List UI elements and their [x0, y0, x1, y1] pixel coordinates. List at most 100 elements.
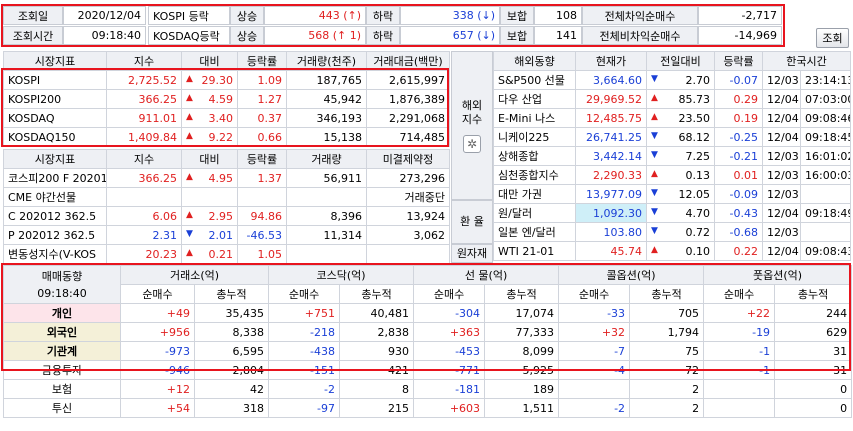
overseas-change: 0.13 [646, 165, 715, 185]
overseas-name: 원/달러 [493, 203, 576, 223]
overseas-rate: 0.22 [714, 241, 763, 261]
overseas-date: 12/04 [762, 89, 801, 109]
cumulative-value: 2 [629, 398, 705, 418]
cumulative-value: 2 [629, 379, 705, 399]
fx-tab[interactable]: 환 율 [451, 200, 493, 244]
overseas-name: 다우 산업 [493, 89, 576, 109]
cumulative-value: 1,511 [484, 398, 560, 418]
overseas-time: 09:18:49 [799, 203, 852, 223]
overseas-date: 12/03 [762, 222, 801, 242]
table-row[interactable]: CME 야간선물 거래중단 [3, 187, 450, 207]
futures-name: P 202012 362.5 [3, 225, 107, 245]
overseas-date: 12/03 [762, 165, 801, 185]
overseas-name: S&P500 선물 [493, 70, 576, 90]
table-row[interactable]: 투신 +54 318 -97 215 +603 1,511 -2 2 0 [3, 398, 853, 418]
net-buy-value: +54 [120, 398, 195, 418]
table-row[interactable]: C 202012 362.56.062.9594.868,39613,924 [3, 206, 450, 226]
overseas-name: 상해종합 [493, 146, 576, 166]
table-row[interactable]: 상해종합3,442.147.25-0.2112/0316:01:02 [493, 146, 852, 166]
overseas-date: 12/04 [762, 203, 801, 223]
futures-name: CME 야간선물 [3, 187, 107, 207]
futures-open-interest: 273,296 [366, 168, 450, 188]
futures-change: 2.01 [181, 225, 238, 245]
overseas-price: 1,092.30 [575, 203, 647, 223]
overseas-header-4: 한국시간 [761, 51, 852, 71]
overseas-name: E-Mini 나스 [493, 108, 576, 128]
overseas-rate: -0.68 [714, 222, 763, 242]
commodity-tab[interactable]: 원자재 [451, 244, 493, 263]
overseas-rate: -0.25 [714, 127, 763, 147]
futures-header-4: 거래량 [286, 149, 367, 169]
overseas-date: 12/03 [762, 146, 801, 166]
table-row[interactable]: 코스피200 F 202012366.254.951.3756,911273,2… [3, 168, 450, 188]
cumulative-value: 0 [774, 398, 853, 418]
futures-name: 코스피200 F 202012 [3, 168, 107, 188]
table-row[interactable]: 대만 가권13,977.0912.05-0.0912/03 [493, 184, 852, 204]
table-row[interactable]: S&P500 선물3,664.602.70-0.0712/0323:14:13 [493, 70, 852, 90]
search-button[interactable]: 조회 [816, 28, 849, 48]
overseas-price: 12,485.75 [575, 108, 647, 128]
overseas-price: 103.80 [575, 222, 647, 242]
investor-type: 보험 [3, 379, 121, 399]
futures-volume [286, 187, 367, 207]
overseas-header-2: 전일대비 [646, 51, 715, 71]
futures-rate [237, 187, 287, 207]
overseas-time: 09:18:45 [799, 127, 852, 147]
futures-rate: -46.53 [237, 225, 287, 245]
cumulative-value: 42 [193, 379, 270, 399]
futures-table: 시장지표 지수 대비 등락률 거래량 미결제약정 코스피200 F 202012 366.2… [3, 149, 450, 264]
table-row[interactable]: 심천종합지수2,290.330.130.0112/0316:00:03 [493, 165, 852, 185]
overseas-change: 68.12 [646, 127, 715, 147]
overseas-price: 13,977.09 [575, 184, 647, 204]
cumulative-value: 8 [339, 379, 415, 399]
overseas-name: 대만 가권 [493, 184, 576, 204]
overseas-date: 12/04 [762, 241, 801, 261]
table-row[interactable]: P 202012 362.52.312.01-46.5311,3143,062 [3, 225, 450, 245]
overseas-change: 23.50 [646, 108, 715, 128]
gear-icon[interactable]: ✲ [463, 134, 481, 153]
table-row[interactable]: 다우 산업29,969.5285.730.2912/0407:03:00 [493, 89, 852, 109]
net-buy-value: -2 [558, 398, 631, 418]
overseas-change: 0.10 [646, 241, 715, 261]
futures-change: 0.21 [181, 244, 238, 264]
overseas-header-0: 해외동향 [493, 51, 576, 71]
overseas-price: 3,664.60 [575, 70, 647, 90]
cumulative-value: 215 [339, 398, 415, 418]
top-highlight-frame [1, 4, 785, 47]
overseas-rate: 0.19 [714, 108, 763, 128]
futures-header-5: 미결제약정 [366, 149, 450, 169]
futures-index: 20.23 [106, 244, 182, 264]
futures-open-interest [366, 244, 450, 264]
overseas-index-tab[interactable]: 해외 지수 ✲ [451, 51, 493, 200]
overseas-header-3: 등락률 [714, 51, 763, 71]
table-row[interactable]: E-Mini 나스12,485.7523.500.1912/0409:08:46 [493, 108, 852, 128]
overseas-rate: 0.01 [714, 165, 763, 185]
table-row[interactable]: 원/달러1,092.304.70-0.4312/0409:18:49 [493, 203, 852, 223]
overseas-time [799, 184, 852, 204]
futures-index: 366.25 [106, 168, 182, 188]
overseas-time: 16:00:03 [799, 165, 852, 185]
overseas-price: 2,290.33 [575, 165, 647, 185]
futures-change: 4.95 [181, 168, 238, 188]
futures-header-1: 지수 [106, 149, 182, 169]
overseas-price: 45.74 [575, 241, 647, 261]
overseas-change: 85.73 [646, 89, 715, 109]
table-row[interactable]: 변동성지수(V-KOS20.230.211.05 [3, 244, 450, 264]
overseas-price: 26,741.25 [575, 127, 647, 147]
overseas-table: 해외동향현재가전일대비등락률한국시간 S&P500 선물3,664.602.70… [493, 51, 852, 261]
net-buy-value [703, 398, 776, 418]
overseas-change: 7.25 [646, 146, 715, 166]
table-row[interactable]: 보험 +12 42 -2 8 -181 189 2 0 [3, 379, 853, 399]
futures-index: 6.06 [106, 206, 182, 226]
overseas-time: 23:14:13 [799, 70, 852, 90]
table-row[interactable]: WTI 21-0145.740.100.2212/0409:08:43 [493, 241, 852, 261]
net-buy-value: -181 [413, 379, 486, 399]
overseas-rate: -0.21 [714, 146, 763, 166]
overseas-price: 3,442.14 [575, 146, 647, 166]
net-buy-value [703, 379, 776, 399]
table-row[interactable]: 일본 엔/달러103.800.72-0.6812/03 [493, 222, 852, 242]
futures-open-interest: 3,062 [366, 225, 450, 245]
futures-volume: 11,314 [286, 225, 367, 245]
futures-rate: 1.05 [237, 244, 287, 264]
table-row[interactable]: 니케이22526,741.2568.12-0.2512/0409:18:45 [493, 127, 852, 147]
